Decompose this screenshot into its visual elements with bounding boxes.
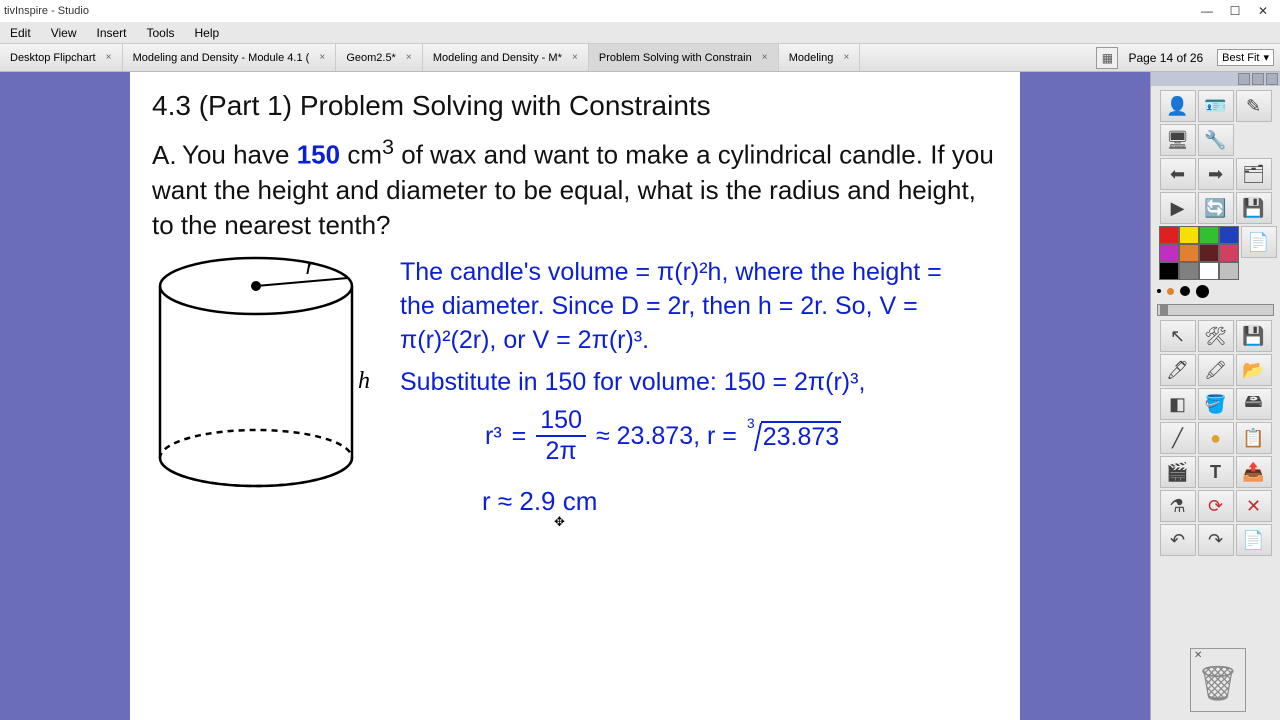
reset-icon[interactable]: ⟳ — [1198, 490, 1234, 522]
redo-button[interactable]: ↷ — [1198, 524, 1234, 556]
eraser-tool[interactable]: ◧ — [1160, 388, 1196, 420]
page-indicator: Page 14 of 26 — [1120, 51, 1211, 65]
color-swatch[interactable] — [1179, 262, 1199, 280]
tab-geom25[interactable]: Geom2.5*× — [336, 44, 423, 71]
settings-tool-icon[interactable]: 🛠 — [1198, 320, 1234, 352]
zoom-select[interactable]: Best Fit▾ — [1217, 49, 1274, 66]
media-tool-icon[interactable]: 🎬 — [1160, 456, 1196, 488]
menu-tools[interactable]: Tools — [137, 26, 185, 40]
page-title: 4.3 (Part 1) Problem Solving with Constr… — [152, 90, 998, 122]
close-icon[interactable]: ✕ — [1191, 649, 1205, 662]
fill-tool[interactable]: 🪣 — [1198, 388, 1234, 420]
brush-large-icon[interactable] — [1180, 286, 1190, 296]
text-tool[interactable]: T — [1198, 456, 1234, 488]
tab-problem-solving[interactable]: Problem Solving with Constrain× — [589, 44, 779, 71]
problem-text: A.You have 150 cm3 of wax and want to ma… — [152, 132, 998, 243]
profile-tool-icon[interactable]: 👤 — [1160, 90, 1196, 122]
page-thumbnail-icon[interactable]: ▦ — [1096, 47, 1118, 69]
color-swatch[interactable] — [1159, 244, 1179, 262]
color-swatches — [1159, 226, 1239, 280]
tab-close-icon[interactable]: × — [758, 51, 772, 65]
brush-size-row[interactable] — [1153, 282, 1278, 300]
tab-modeling[interactable]: Modeling× — [779, 44, 861, 71]
solution-line-2: Substitute in 150 for volume: 150 = 2π(r… — [400, 368, 1000, 397]
tab-desktop-flipchart[interactable]: Desktop Flipchart× — [0, 44, 123, 71]
print-icon[interactable]: 🖴 — [1236, 388, 1272, 420]
pen-tool[interactable]: 🖊 — [1160, 354, 1196, 386]
wrench-tool-icon[interactable]: 🔧 — [1198, 124, 1234, 156]
answer-row: r ≈ 2.9 cm — [482, 486, 597, 517]
menu-insert[interactable]: Insert — [86, 26, 136, 40]
menu-edit[interactable]: Edit — [0, 26, 41, 40]
play-button[interactable]: ▶ — [1160, 192, 1196, 224]
tab-close-icon[interactable]: × — [315, 51, 329, 65]
color-swatch[interactable] — [1159, 226, 1179, 244]
save-icon[interactable]: 💾 — [1236, 192, 1272, 224]
palette-header[interactable] — [1151, 72, 1280, 86]
color-swatch[interactable] — [1199, 226, 1219, 244]
new-doc-icon[interactable]: 📄 — [1236, 524, 1272, 556]
tab-modeling-density-m[interactable]: Modeling and Density - M*× — [423, 44, 589, 71]
color-swatch[interactable] — [1159, 262, 1179, 280]
trash-icon: 🗑 — [1196, 664, 1239, 704]
title-bar: tivInspire - Studio — ☐ ✕ — [0, 0, 1280, 22]
color-swatch[interactable] — [1219, 244, 1239, 262]
color-swatch[interactable] — [1179, 226, 1199, 244]
flask-tool-icon[interactable]: ⚗ — [1160, 490, 1196, 522]
highlighter-tool[interactable]: 🖍 — [1198, 354, 1234, 386]
color-swatch[interactable] — [1199, 262, 1219, 280]
tool-palette: 👤 🪪 ✎ 🖥 🔧 ⬅ ➡ 🗂 ▶ 🔄 💾 — [1150, 72, 1280, 720]
size-slider[interactable] — [1157, 304, 1274, 316]
screen-tool-icon[interactable]: 🖥 — [1160, 124, 1196, 156]
svg-text:r: r — [306, 254, 315, 279]
tab-close-icon[interactable]: × — [568, 51, 582, 65]
clipboard-icon[interactable]: 📋 — [1236, 422, 1272, 454]
annotate-tool-icon[interactable]: ✎ — [1236, 90, 1272, 122]
move-cursor-icon: ✥ — [554, 514, 565, 530]
equation-row: r³ = 1502π ≈ 23.873, r = 3 23.873 — [485, 408, 841, 464]
pages-icon[interactable]: 🗂 — [1236, 158, 1272, 190]
menu-bar: Edit View Insert Tools Help — [0, 22, 1280, 44]
folder-open-icon[interactable]: 📂 — [1236, 354, 1272, 386]
disk-icon[interactable]: 💾 — [1236, 320, 1272, 352]
next-page-button[interactable]: ➡ — [1198, 158, 1234, 190]
export-icon[interactable]: 📤 — [1236, 456, 1272, 488]
trash-bin[interactable]: ✕ 🗑 — [1190, 648, 1246, 712]
tab-close-icon[interactable]: × — [402, 51, 416, 65]
brush-small-icon[interactable] — [1157, 289, 1161, 293]
select-tool[interactable]: ↖ — [1160, 320, 1196, 352]
brush-med-icon[interactable] — [1167, 288, 1174, 295]
badge-tool-icon[interactable]: 🪪 — [1198, 90, 1234, 122]
menu-help[interactable]: Help — [185, 26, 230, 40]
height-label: h — [358, 368, 370, 395]
app-title: tivInspire - Studio — [4, 5, 89, 17]
maximize-button[interactable]: ☐ — [1222, 2, 1248, 20]
prev-page-button[interactable]: ⬅ — [1160, 158, 1196, 190]
undo-button[interactable]: ↶ — [1160, 524, 1196, 556]
brush-xl-icon[interactable] — [1196, 285, 1209, 298]
shape-tool[interactable]: ● — [1198, 422, 1234, 454]
flipchart-page[interactable]: 4.3 (Part 1) Problem Solving with Constr… — [130, 72, 1020, 720]
color-swatch[interactable] — [1199, 244, 1219, 262]
tab-modeling-density-1[interactable]: Modeling and Density - Module 4.1 (× — [123, 44, 337, 71]
canvas-area[interactable]: 4.3 (Part 1) Problem Solving with Constr… — [0, 72, 1150, 720]
refresh-icon[interactable]: 🔄 — [1198, 192, 1234, 224]
color-swatch[interactable] — [1219, 226, 1239, 244]
cylinder-diagram: r — [156, 252, 356, 492]
color-swatch[interactable] — [1179, 244, 1199, 262]
minimize-button[interactable]: — — [1194, 2, 1220, 20]
page-blank-icon[interactable]: 📄 — [1241, 226, 1277, 258]
menu-view[interactable]: View — [41, 26, 87, 40]
chevron-down-icon: ▾ — [1263, 51, 1269, 64]
document-tabs: Desktop Flipchart× Modeling and Density … — [0, 44, 1280, 72]
solution-line-1: The candle's volume = π(r)²h, where the … — [400, 256, 980, 357]
close-window-button[interactable]: ✕ — [1250, 2, 1276, 20]
color-swatch[interactable] — [1219, 262, 1239, 280]
tab-close-icon[interactable]: × — [102, 51, 116, 65]
connector-tool[interactable]: ╱ — [1160, 422, 1196, 454]
delete-icon[interactable]: ✕ — [1236, 490, 1272, 522]
tab-close-icon[interactable]: × — [839, 51, 853, 65]
